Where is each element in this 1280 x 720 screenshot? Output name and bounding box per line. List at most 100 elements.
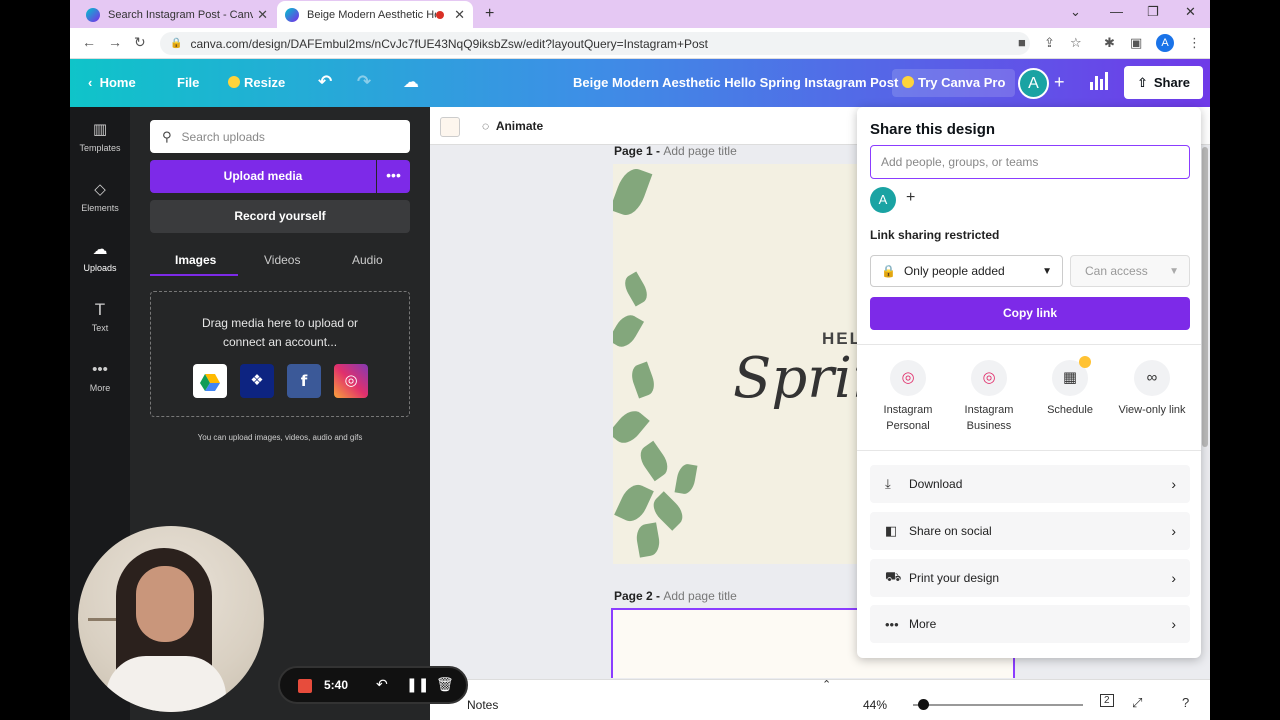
collaborator-avatar[interactable]: A [870, 187, 896, 213]
zoom-slider-track[interactable] [913, 704, 1083, 706]
tab-audio[interactable]: Audio [352, 253, 383, 267]
access-scope-value: Only people added [903, 264, 1005, 278]
add-people-input[interactable] [870, 145, 1190, 179]
share-button[interactable]: ⇧ Share [1124, 66, 1203, 99]
rail-item-uploads[interactable]: ☁ Uploads [70, 241, 130, 273]
minimize-icon[interactable]: — [1110, 4, 1123, 19]
new-tab-icon[interactable]: + [485, 5, 494, 23]
user-avatar[interactable]: A [1018, 68, 1049, 99]
redo-icon[interactable]: ↷ [357, 72, 371, 92]
restart-icon[interactable]: ↶ [376, 676, 388, 693]
leaf-decoration [628, 361, 658, 399]
leaf-decoration [613, 405, 650, 449]
print-design-action[interactable]: ⛟ Print your design › [870, 559, 1190, 597]
access-level-select[interactable]: Can access ▼ [1070, 255, 1190, 287]
undo-icon[interactable]: ↶ [318, 72, 332, 92]
resize-button[interactable]: Resize [228, 75, 285, 90]
facebook-icon[interactable]: f [287, 364, 321, 398]
share-page-icon[interactable]: ⇪ [1044, 35, 1055, 51]
canvas-scrollbar[interactable] [1202, 147, 1208, 447]
share-panel-title: Share this design [870, 121, 996, 138]
side-panel-icon[interactable]: ▣ [1130, 35, 1142, 51]
leaf-decoration [674, 462, 698, 496]
share-on-social-action[interactable]: ◧ Share on social › [870, 512, 1190, 550]
rail-label: Uploads [83, 263, 117, 273]
add-page-title[interactable]: Add page title [663, 589, 736, 603]
upload-media-button[interactable]: Upload media [150, 160, 376, 193]
file-menu-button[interactable]: File [177, 75, 199, 90]
bookmark-star-icon[interactable]: ☆ [1070, 35, 1082, 51]
page-1-label[interactable]: Page 1 - Add page title [614, 144, 737, 158]
access-scope-select[interactable]: 🔒 Only people added ▼ [870, 255, 1063, 287]
rail-item-text[interactable]: T Text [70, 301, 130, 334]
browser-profile-avatar[interactable]: A [1156, 34, 1174, 52]
browser-tab-strip: Search Instagram Post - Canva ✕ Beige Mo… [70, 0, 1210, 28]
rail-item-more[interactable]: ••• More [70, 361, 130, 393]
trash-icon[interactable]: 🗑 [436, 676, 454, 693]
share-option-instagram-personal[interactable]: ◎ Instagram Personal [867, 360, 949, 434]
dropbox-icon[interactable]: ❖ [240, 364, 274, 398]
background-color-swatch[interactable] [440, 117, 460, 137]
help-icon[interactable]: ? [1182, 695, 1189, 710]
home-button[interactable]: ‹ Home [88, 75, 136, 90]
chevron-up-icon[interactable]: ⌃ [822, 678, 831, 691]
camera-icon[interactable]: ■ [1018, 35, 1026, 50]
share-option-view-only-link[interactable]: ∞ View-only link [1111, 360, 1193, 418]
browser-tab-design[interactable]: Beige Modern Aesthetic Hell ✕ [277, 1, 473, 28]
more-dots-icon: ••• [92, 361, 108, 378]
notes-button[interactable]: Notes [467, 698, 498, 712]
fullscreen-icon[interactable]: ⤢ [1132, 695, 1142, 711]
add-collaborator-icon[interactable]: + [906, 189, 915, 207]
restore-icon[interactable]: ❐ [1147, 4, 1159, 20]
option-label: Business [966, 420, 1012, 432]
try-pro-label: Try Canva Pro [918, 75, 1006, 90]
action-label: More [909, 617, 937, 631]
tab-videos[interactable]: Videos [264, 253, 300, 267]
record-yourself-button[interactable]: Record yourself [150, 200, 410, 233]
zoom-slider-handle[interactable] [918, 699, 929, 710]
tab-search-chevron-icon[interactable]: ⌄ [1070, 4, 1081, 20]
instagram-icon[interactable]: ◎ [334, 364, 368, 398]
zoom-level[interactable]: 44% [863, 698, 887, 712]
download-action[interactable]: ⤓ Download › [870, 465, 1190, 503]
canva-favicon-icon [285, 7, 299, 22]
close-icon[interactable]: ✕ [454, 7, 465, 23]
lock-icon: 🔒 [170, 38, 183, 49]
cloud-saved-icon[interactable]: ☁ [403, 72, 419, 92]
url-field[interactable]: 🔒 canva.com/design/DAFEmbul2ms/nCvJc7fUE… [160, 32, 1030, 55]
back-icon[interactable]: ← [82, 34, 96, 50]
forward-icon[interactable]: → [108, 34, 122, 50]
page-2-label[interactable]: Page 2 - Add page title [614, 589, 737, 603]
search-icon: ⚲ [162, 128, 172, 144]
more-action[interactable]: ••• More › [870, 605, 1190, 643]
copy-link-button[interactable]: Copy link [870, 297, 1190, 330]
extensions-icon[interactable]: ✱ [1104, 35, 1115, 51]
pause-icon[interactable]: ❚❚ [406, 676, 429, 693]
design-title[interactable]: Beige Modern Aesthetic Hello Spring Inst… [573, 75, 898, 90]
upload-more-options-icon[interactable]: ••• [377, 160, 410, 193]
google-drive-icon[interactable] [193, 364, 227, 398]
reload-icon[interactable]: ↻ [134, 34, 146, 51]
animate-button[interactable]: ◌ Animate [482, 119, 543, 133]
window-close-icon[interactable]: ✕ [1185, 4, 1196, 20]
rail-item-templates[interactable]: ▥ Templates [70, 121, 130, 153]
tab-title: Search Instagram Post - Canva [108, 8, 254, 21]
tab-images[interactable]: Images [175, 253, 216, 267]
person-face [136, 566, 194, 642]
upload-dropzone[interactable]: Drag media here to upload or connect an … [150, 291, 410, 417]
rail-item-elements[interactable]: ◇ Elements [70, 181, 130, 213]
browser-menu-icon[interactable]: ⋮ [1188, 35, 1201, 51]
stop-recording-icon[interactable] [298, 679, 312, 693]
url-text: canva.com/design/DAFEmbul2ms/nCvJc7fUE43… [190, 36, 709, 51]
search-uploads-input[interactable]: ⚲ Search uploads [150, 120, 410, 153]
add-page-title[interactable]: Add page title [663, 144, 736, 158]
option-label: Personal [886, 420, 930, 432]
add-collaborator-icon[interactable]: + [1054, 72, 1065, 93]
close-icon[interactable]: ✕ [257, 7, 268, 23]
share-option-schedule[interactable]: ▦ Schedule [1029, 356, 1111, 418]
share-option-instagram-business[interactable]: ◎ Instagram Business [948, 360, 1030, 434]
insights-chart-icon[interactable] [1090, 72, 1108, 90]
try-canva-pro-button[interactable]: Try Canva Pro [892, 69, 1016, 97]
page-count-badge[interactable]: 2 [1100, 694, 1114, 707]
browser-tab-search[interactable]: Search Instagram Post - Canva ✕ [78, 1, 276, 28]
